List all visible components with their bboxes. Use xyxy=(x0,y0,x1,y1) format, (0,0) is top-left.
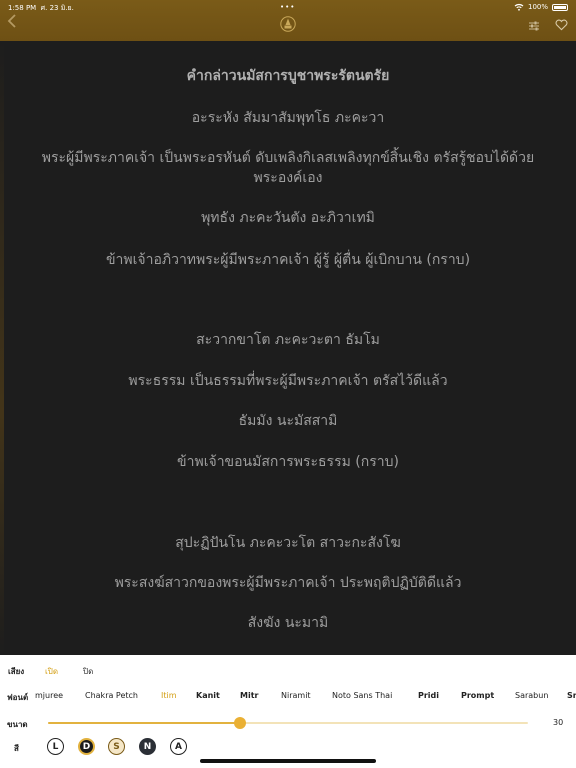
font-option-itim[interactable]: Itim xyxy=(161,691,177,700)
color-label: สี xyxy=(14,744,19,753)
size-label: ขนาด xyxy=(7,720,28,729)
battery-percent: 100% xyxy=(527,3,548,11)
color-option-l[interactable]: L xyxy=(47,738,64,755)
back-button[interactable] xyxy=(7,14,17,32)
content-line: พุทธัง ภะคะวันตัง อะภิวาเทมิ xyxy=(201,210,375,226)
home-indicator xyxy=(200,759,376,763)
font-option-noto-sans-thai[interactable]: Noto Sans Thai xyxy=(332,691,392,700)
status-right: 100% xyxy=(514,3,568,11)
content-title: คำกล่าวนมัสการบูชาพระรัตนตรัย xyxy=(186,68,390,84)
page-edge xyxy=(0,41,4,655)
color-option-d[interactable]: D xyxy=(78,738,95,755)
top-bar: 1:58 PM ศ. 23 มิ.ย. ••• 100% xyxy=(0,0,576,41)
color-option-a[interactable]: A xyxy=(170,738,187,755)
sound-label: เสียง xyxy=(8,667,25,676)
font-label: ฟอนต์ xyxy=(7,693,29,702)
sound-off-option[interactable]: ปิด xyxy=(83,665,93,678)
size-slider-fill xyxy=(48,722,240,724)
size-value: 30 xyxy=(553,718,564,727)
heart-icon[interactable] xyxy=(555,19,568,31)
font-option-niramit[interactable]: Niramit xyxy=(281,691,311,700)
content-line: อะระหัง สัมมาสัมพุทโธ ภะคะวา xyxy=(191,110,385,126)
font-option-mjuree[interactable]: mjuree xyxy=(35,691,63,700)
content-line: พระสงฆ์สาวกของพระผู้มีพระภาคเจ้า ประพฤติ… xyxy=(114,575,462,591)
chevron-left-icon xyxy=(7,14,16,28)
content-line: ข้าพเจ้าอภิวาทพระผู้มีพระภาคเจ้า ผู้รู้ … xyxy=(105,252,471,268)
content-line: ธัมมัง นะมัสสามิ xyxy=(238,413,338,429)
font-option-prompt[interactable]: Prompt xyxy=(461,691,494,700)
wifi-icon xyxy=(514,3,524,11)
content-line: สังฆัง นะมามิ xyxy=(247,615,329,631)
font-option-chakra-petch[interactable]: Chakra Petch xyxy=(85,691,138,700)
content-line: ข้าพเจ้าขอนมัสการพระธรรม (กราบ) xyxy=(177,454,399,470)
content-line: สะวากขาโต ภะคะวะตา ธัมโม xyxy=(196,332,380,348)
settings-sheet: เสียง เปิด ปิด ฟอนต์ mjuree Chakra Petch I… xyxy=(0,655,576,768)
size-slider-thumb[interactable] xyxy=(234,717,246,729)
status-time: 1:58 PM ศ. 23 มิ.ย. xyxy=(8,4,74,12)
size-slider[interactable] xyxy=(48,722,528,724)
font-option-sr[interactable]: Sr xyxy=(567,691,576,700)
color-option-s[interactable]: S xyxy=(108,738,125,755)
font-option-mitr[interactable]: Mitr xyxy=(240,691,258,700)
multitask-dots-icon[interactable]: ••• xyxy=(280,3,295,11)
battery-icon xyxy=(552,3,568,11)
font-option-kanit[interactable]: Kanit xyxy=(196,691,220,700)
temple-emblem-icon xyxy=(280,16,296,32)
sound-on-option[interactable]: เปิด xyxy=(45,665,58,678)
font-option-sarabun[interactable]: Sarabun xyxy=(515,691,548,700)
color-option-n[interactable]: N xyxy=(139,738,156,755)
content-line: สุปะฏิปันโน ภะคะวะโต สาวะกะสังโฆ xyxy=(175,535,401,551)
content-line: พระผู้มีพระภาคเจ้า เป็นพระอรหันต์ ดับเพล… xyxy=(41,150,535,166)
content-line: พระธรรม เป็นธรรมที่พระผู้มีพระภาคเจ้า ตร… xyxy=(128,373,448,389)
content-line: พระองค์เอง xyxy=(253,170,323,186)
font-option-pridi[interactable]: Pridi xyxy=(418,691,439,700)
sliders-icon[interactable] xyxy=(528,20,540,32)
